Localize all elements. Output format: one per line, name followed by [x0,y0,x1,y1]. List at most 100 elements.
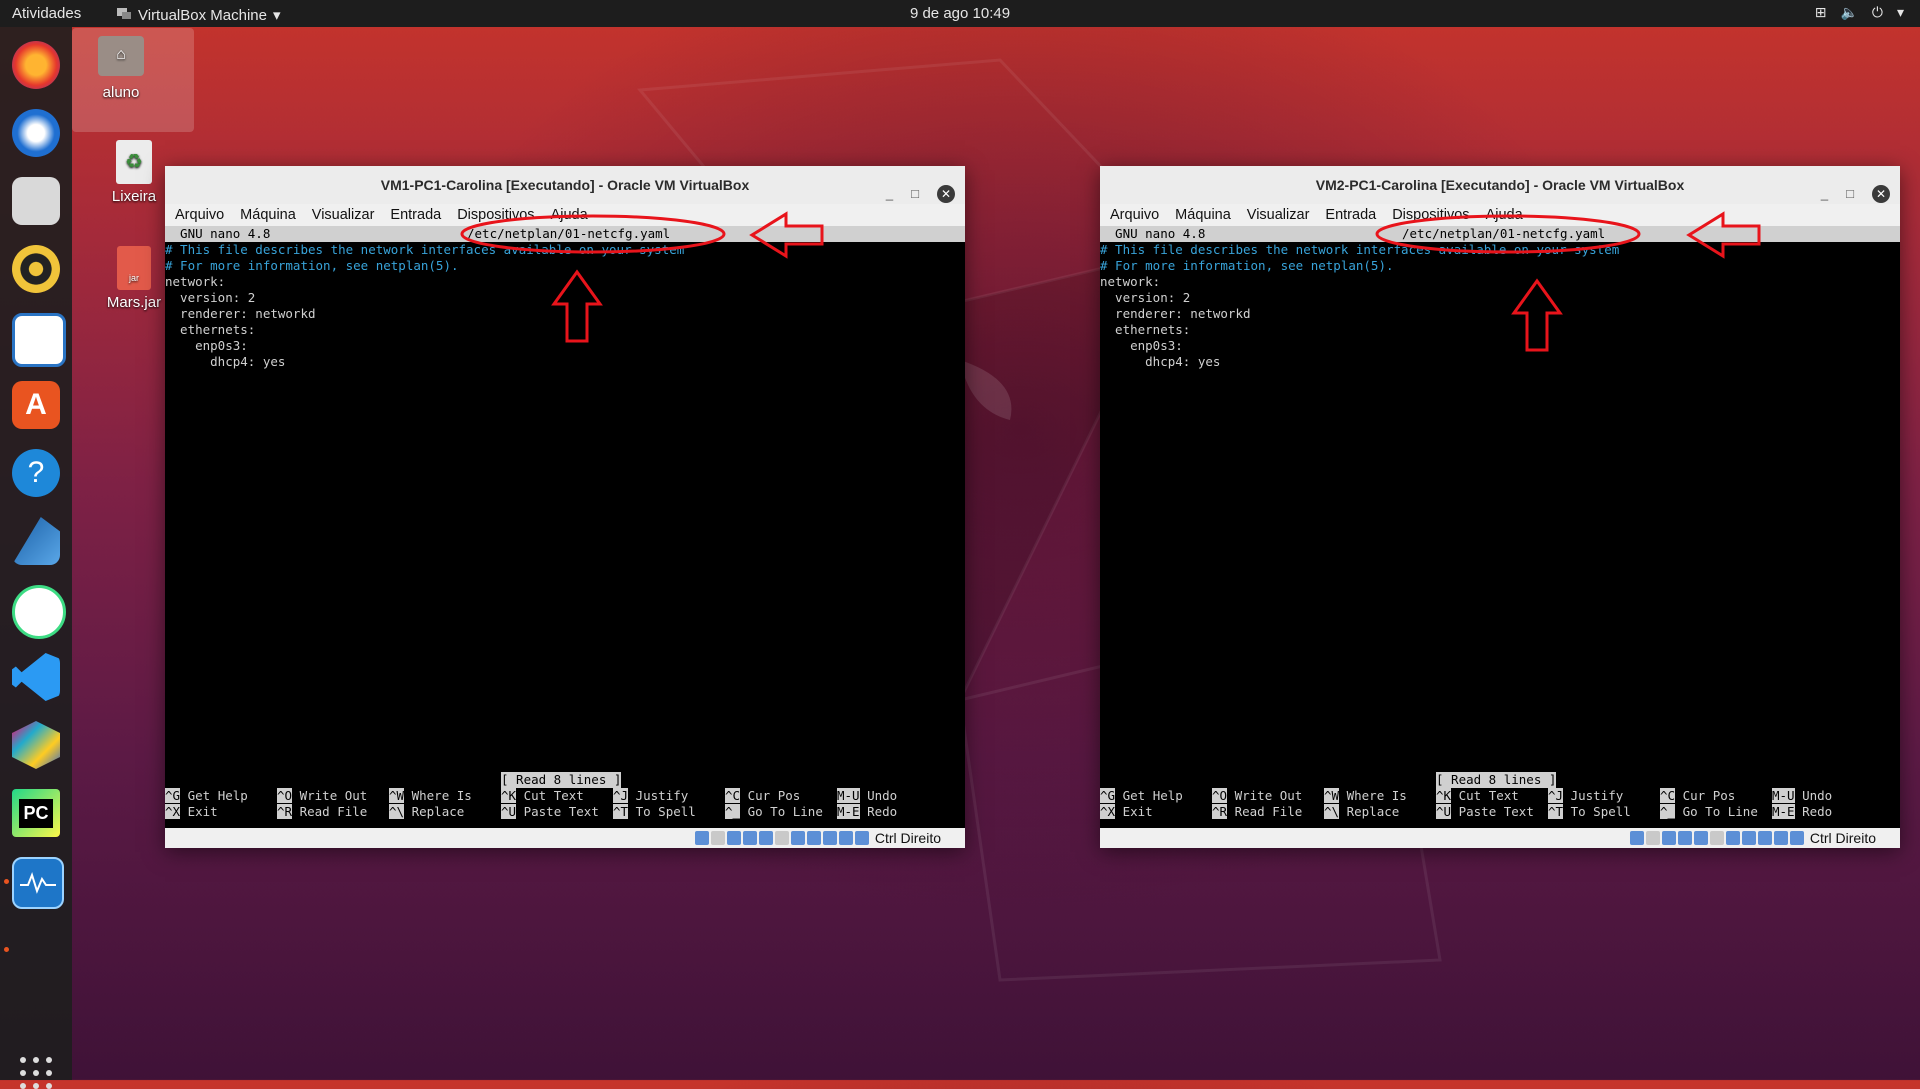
shortcut-label: Exit [187,804,218,819]
virtualization-icon [1757,831,1772,845]
menu-maquina[interactable]: Máquina [1175,204,1231,226]
shortcut-key: ^K [1436,788,1452,803]
nano-version: GNU nano 4.8 [1100,226,1206,241]
menu-dispositivos[interactable]: Dispositivos [1392,204,1469,226]
vm1-menubar: Arquivo Máquina Visualizar Entrada Dispo… [165,204,965,226]
minimize-button[interactable]: _ [1821,175,1828,213]
shortcut-label: To Spell [1570,804,1631,819]
shortcut-label: Read File [299,804,368,819]
system-monitor-icon[interactable] [12,857,64,909]
virtualization-icon [822,831,837,845]
rhythmbox-icon[interactable] [12,245,60,293]
shortcut-key: ^J [613,788,629,803]
display-icon [790,831,805,845]
shortcut-label: Undo [867,788,898,803]
libreoffice-writer-icon[interactable] [12,313,66,367]
menu-visualizar[interactable]: Visualizar [312,204,375,226]
shortcut-key: ^U [1436,804,1452,819]
menu-entrada[interactable]: Entrada [1325,204,1376,226]
pycharm-text: PC [19,798,53,828]
nano-header: GNU nano 4.8/etc/netplan/01-netcfg.yaml [165,226,965,242]
keyboard-capture-icon [854,831,869,845]
shortcut-label: Write Out [299,788,368,803]
menu-visualizar[interactable]: Visualizar [1247,204,1310,226]
menu-arquivo[interactable]: Arquivo [1110,204,1159,226]
vm2-statusbar: Ctrl Direito [1100,828,1900,848]
shortcut-to-spell: ^T To Spell [613,804,696,820]
shortcut-write-out: ^O Write Out [277,788,367,804]
shared-folder-icon [774,831,789,845]
maximize-button[interactable]: □ [1846,175,1854,213]
mouse-integration-icon [1773,831,1788,845]
device-icons[interactable]: Ctrl Direito [1629,830,1876,846]
show-apps-button[interactable] [20,1057,52,1089]
android-studio-icon[interactable] [12,585,66,639]
menu-arquivo[interactable]: Arquivo [175,204,224,226]
close-button[interactable]: ✕ [1872,185,1890,203]
shortcut-label: Redo [867,804,898,819]
wireshark-icon[interactable] [12,517,60,565]
shortcut-key: ^G [165,788,181,803]
nano-filename: /etc/netplan/01-netcfg.yaml [467,226,671,241]
shortcut-key: ^C [725,788,741,803]
shortcut-replace: ^\ Replace [389,804,464,820]
nano-status: [ Read 8 lines ] [501,772,622,788]
shortcut-label: Undo [1802,788,1833,803]
shortcut-key: ^T [1548,804,1564,819]
shortcut-redo: M-E Redo [837,804,897,820]
shortcut-exit: ^X Exit [165,804,218,820]
jar-badge: jar [128,273,139,283]
menu-maquina[interactable]: Máquina [240,204,296,226]
virtualbox-icon[interactable] [12,721,60,769]
chevron-down-icon: ▾ [1896,4,1904,20]
software-center-icon[interactable]: A [12,381,60,429]
menu-dispositivos[interactable]: Dispositivos [457,204,534,226]
vm2-menubar: Arquivo Máquina Visualizar Entrada Dispo… [1100,204,1900,226]
close-button[interactable]: ✕ [937,185,955,203]
shortcut-key: ^W [1324,788,1340,803]
file-line: dhcp4: yes [1100,354,1221,369]
shortcut-label: Paste Text [523,804,599,819]
firefox-icon[interactable] [12,41,60,89]
mouse-integration-icon [838,831,853,845]
menu-ajuda[interactable]: Ajuda [551,204,588,226]
vscode-icon[interactable] [12,653,60,701]
maximize-button[interactable]: □ [911,175,919,213]
file-line: renderer: networkd [1100,306,1251,321]
menu-ajuda[interactable]: Ajuda [1486,204,1523,226]
network-icon [742,831,757,845]
optical-drive-icon [710,831,725,845]
files-icon[interactable] [12,177,60,225]
vm1-titlebar[interactable]: VM1-PC1-Carolina [Executando] - Oracle V… [165,166,965,204]
device-icons[interactable]: Ctrl Direito [694,830,941,846]
shared-folder-icon [1709,831,1724,845]
system-tray[interactable]: ⊞ 🔈 ⏻ ▾ [1815,4,1904,21]
file-line: ethernets: [1100,322,1191,337]
vm1-terminal[interactable]: GNU nano 4.8/etc/netplan/01-netcfg.yaml … [165,226,965,828]
shortcut-label: Justify [1570,788,1624,803]
shortcut-label: Exit [1122,804,1153,819]
home-folder-icon: ⌂ [98,36,144,76]
vm1-window[interactable]: VM1-PC1-Carolina [Executando] - Oracle V… [165,166,965,848]
help-icon[interactable]: ? [12,449,60,497]
minimize-button[interactable]: _ [886,175,893,213]
shortcut-key: M-E [837,804,860,819]
shortcut-key: ^W [389,788,405,803]
desktop-icon-home[interactable]: ⌂ aluno [72,28,194,132]
vm2-titlebar[interactable]: VM2-PC1-Carolina [Executando] - Oracle V… [1100,166,1900,204]
audio-icon [726,831,741,845]
file-line: # This file describes the network interf… [1100,242,1620,257]
shortcut-key: ^X [165,804,181,819]
pycharm-icon[interactable]: PC [12,789,60,837]
hard-disk-icon [1629,831,1644,845]
menu-entrada[interactable]: Entrada [390,204,441,226]
clock[interactable]: 9 de ago 10:49 [0,5,1920,22]
shortcut-read-file: ^R Read File [1212,804,1302,820]
shortcut-key: ^R [1212,804,1228,819]
usb-icon [1693,831,1708,845]
thunderbird-icon[interactable] [12,109,60,157]
vm2-terminal[interactable]: GNU nano 4.8/etc/netplan/01-netcfg.yaml … [1100,226,1900,828]
vm2-window[interactable]: VM2-PC1-Carolina [Executando] - Oracle V… [1100,166,1900,848]
shortcut-key: ^O [1212,788,1228,803]
display-icon [1725,831,1740,845]
